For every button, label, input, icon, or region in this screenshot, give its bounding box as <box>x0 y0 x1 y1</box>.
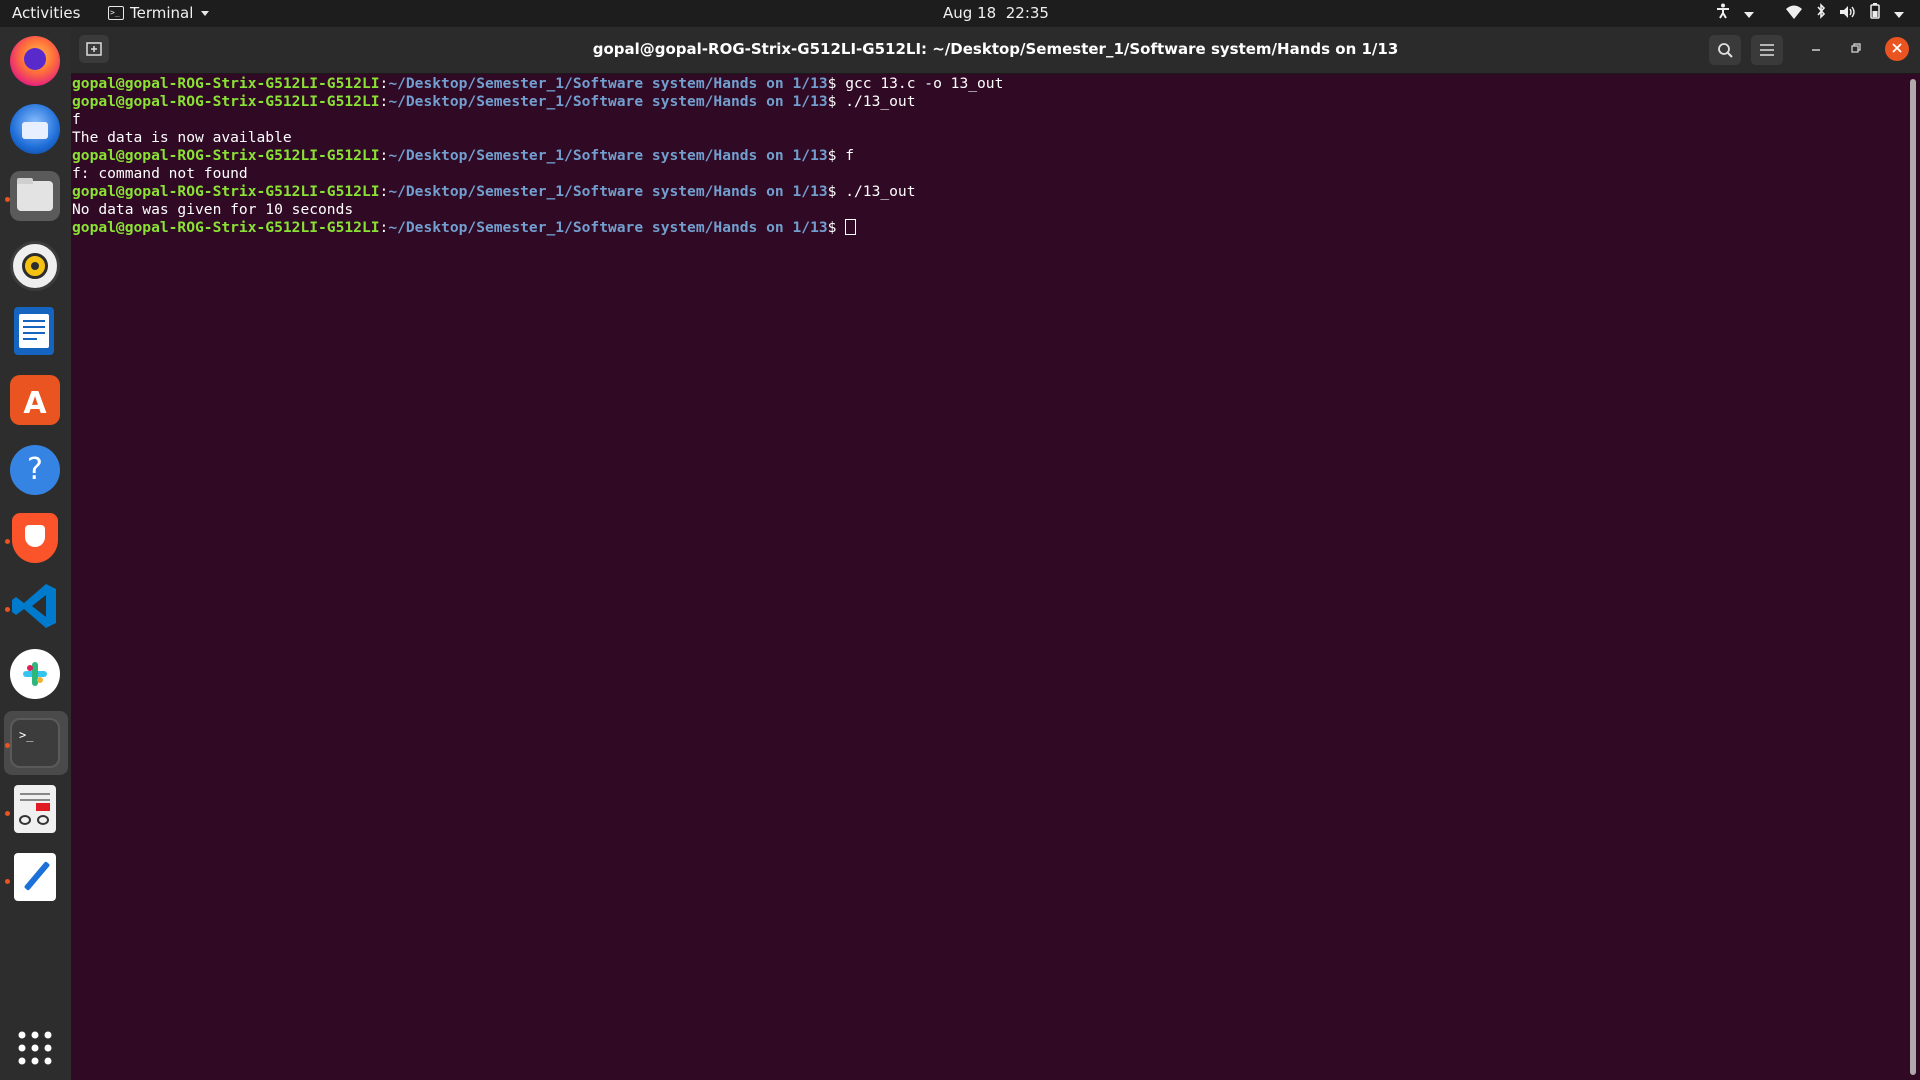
running-indicator <box>5 539 10 544</box>
files-icon[interactable] <box>10 171 60 221</box>
software-icon[interactable]: A <box>10 375 60 425</box>
bluetooth-icon[interactable] <box>1816 3 1826 24</box>
terminal-prompt-line: gopal@gopal-ROG-Strix-G512LI-G512LI:~/De… <box>72 93 1902 111</box>
prompt-user-host: gopal@gopal-ROG-Strix-G512LI-G512LI <box>72 147 380 164</box>
prompt-separator: : <box>379 219 389 236</box>
output-text: The data is now available <box>72 129 292 146</box>
prompt-command: gcc 13.c -o 13_out <box>845 75 1004 92</box>
vscode-icon[interactable] <box>10 581 60 631</box>
terminal-prompt-line: gopal@gopal-ROG-Strix-G512LI-G512LI:~/De… <box>72 183 1902 201</box>
document-viewer-icon[interactable] <box>14 785 56 833</box>
system-menu-chevron-icon[interactable] <box>1894 4 1904 24</box>
writer-icon[interactable] <box>14 307 54 355</box>
terminal-prompt-line: gopal@gopal-ROG-Strix-G512LI-G512LI:~/De… <box>72 219 1902 237</box>
close-button[interactable] <box>1885 37 1909 61</box>
prompt-command: ./13_out <box>845 183 916 200</box>
dock: A ? >_ <box>0 27 71 1080</box>
prompt-symbol: $ <box>827 219 846 236</box>
terminal-output-line: f <box>72 111 1902 129</box>
prompt-user-host: gopal@gopal-ROG-Strix-G512LI-G512LI <box>72 219 380 236</box>
clock-date: Aug 18 <box>943 4 997 22</box>
terminal-output-line: f: command not found <box>72 165 1902 183</box>
battery-icon[interactable] <box>1870 3 1880 24</box>
prompt-command: f <box>845 147 855 164</box>
prompt-path: ~/Desktop/Semester_1/Software system/Han… <box>388 147 828 164</box>
hamburger-icon <box>1760 44 1774 56</box>
system-tray[interactable] <box>1716 3 1904 24</box>
prompt-separator: : <box>379 183 389 200</box>
volume-icon[interactable] <box>1840 4 1856 24</box>
running-indicator <box>5 879 10 884</box>
help-icon[interactable]: ? <box>10 445 60 495</box>
window-headerbar: gopal@gopal-ROG-Strix-G512LI-G512LI: ~/D… <box>71 27 1920 74</box>
prompt-command: ./13_out <box>845 93 916 110</box>
show-applications-icon[interactable] <box>10 1023 60 1073</box>
chevron-down-icon <box>201 10 210 16</box>
app-menu-label: Terminal <box>130 4 194 22</box>
restore-button[interactable] <box>1844 37 1868 61</box>
brave-icon[interactable] <box>12 513 58 563</box>
terminal-output[interactable]: gopal@gopal-ROG-Strix-G512LI-G512LI:~/De… <box>72 75 1902 1075</box>
prompt-path: ~/Desktop/Semester_1/Software system/Han… <box>388 93 828 110</box>
window-title: gopal@gopal-ROG-Strix-G512LI-G512LI: ~/D… <box>592 40 1399 58</box>
prompt-symbol: $ <box>827 147 846 164</box>
scrollbar[interactable] <box>1910 79 1916 1075</box>
rhythmbox-icon[interactable] <box>10 241 60 291</box>
close-icon <box>1892 43 1902 53</box>
terminal-prompt-line: gopal@gopal-ROG-Strix-G512LI-G512LI:~/De… <box>72 75 1902 93</box>
activities-button[interactable]: Activities <box>12 4 80 22</box>
prompt-symbol: $ <box>827 183 846 200</box>
firefox-icon[interactable] <box>10 36 60 86</box>
prompt-user-host: gopal@gopal-ROG-Strix-G512LI-G512LI <box>72 75 380 92</box>
search-icon <box>1718 43 1733 58</box>
terminal-output-line: No data was given for 10 seconds <box>72 201 1902 219</box>
restore-icon <box>1851 43 1861 53</box>
output-text: No data was given for 10 seconds <box>72 201 354 218</box>
prompt-user-host: gopal@gopal-ROG-Strix-G512LI-G512LI <box>72 93 380 110</box>
text-editor-icon[interactable] <box>14 853 56 901</box>
search-button[interactable] <box>1709 35 1741 65</box>
text-cursor <box>845 219 857 235</box>
menu-button[interactable] <box>1751 35 1783 65</box>
terminal-small-icon: >_ <box>108 6 124 20</box>
prompt-path: ~/Desktop/Semester_1/Software system/Han… <box>388 183 828 200</box>
minimize-button[interactable] <box>1804 37 1828 61</box>
prompt-user-host: gopal@gopal-ROG-Strix-G512LI-G512LI <box>72 183 380 200</box>
prompt-separator: : <box>379 93 389 110</box>
chevron-down-icon[interactable] <box>1744 4 1754 24</box>
minimize-icon <box>1812 49 1820 51</box>
terminal-window: gopal@gopal-ROG-Strix-G512LI-G512LI: ~/D… <box>71 27 1920 1080</box>
accessibility-icon[interactable] <box>1716 3 1730 24</box>
terminal-prompt-line: gopal@gopal-ROG-Strix-G512LI-G512LI:~/De… <box>72 147 1902 165</box>
app-menu[interactable]: >_ Terminal <box>108 4 210 22</box>
top-bar: Activities >_ Terminal Aug 18 22:35 <box>0 0 1920 27</box>
prompt-symbol: $ <box>827 75 846 92</box>
terminal-icon[interactable]: >_ <box>10 718 60 768</box>
prompt-path: ~/Desktop/Semester_1/Software system/Han… <box>388 75 828 92</box>
thunderbird-icon[interactable] <box>10 104 60 154</box>
prompt-symbol: $ <box>827 93 846 110</box>
slack-icon[interactable] <box>10 649 60 699</box>
clock-button[interactable]: Aug 18 22:35 <box>943 4 1049 22</box>
output-text: f: command not found <box>72 165 248 182</box>
wifi-icon[interactable] <box>1786 4 1802 24</box>
clock: Aug 18 22:35 <box>0 4 1920 22</box>
clock-time: 22:35 <box>1005 4 1049 22</box>
prompt-separator: : <box>379 147 389 164</box>
terminal-output-line: The data is now available <box>72 129 1902 147</box>
prompt-path: ~/Desktop/Semester_1/Software system/Han… <box>388 219 828 236</box>
output-text: f <box>72 111 81 128</box>
running-indicator <box>5 811 10 816</box>
prompt-separator: : <box>379 75 389 92</box>
